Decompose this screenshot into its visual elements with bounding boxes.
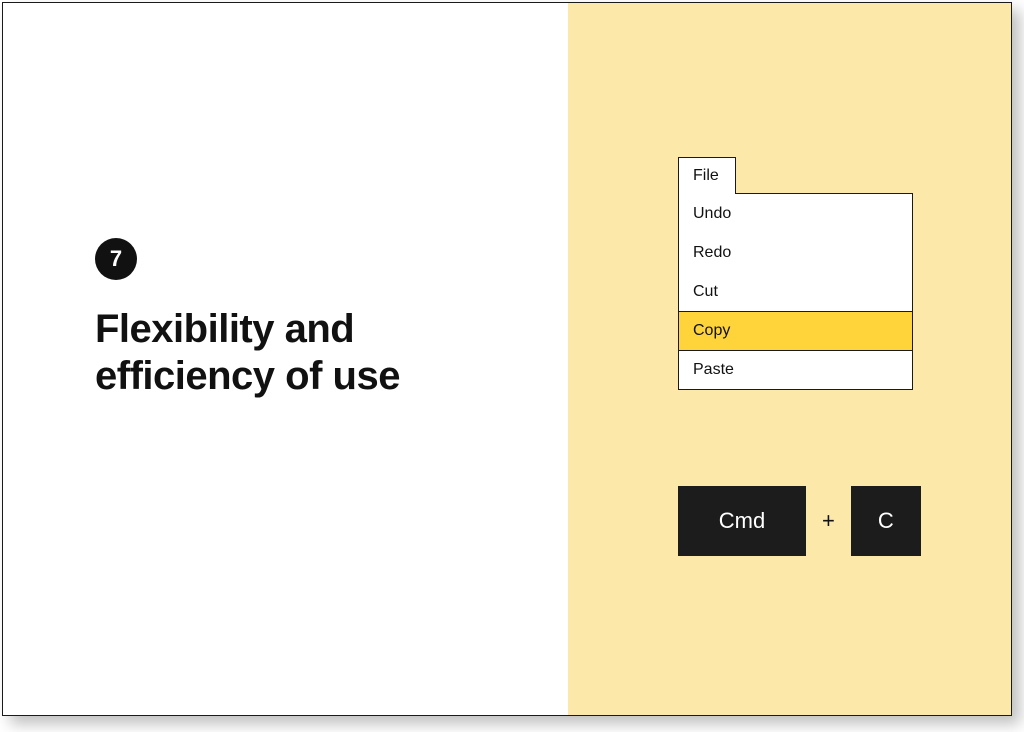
key-cmd: Cmd [678, 486, 806, 556]
menu-panel: Undo Redo Cut Copy Paste [678, 193, 913, 390]
menu-item-cut[interactable]: Cut [679, 272, 912, 311]
plus-icon: + [822, 508, 835, 534]
menu-tab-file[interactable]: File [678, 157, 736, 194]
left-panel: 7 Flexibility and efficiency of use [3, 3, 568, 715]
menu-item-undo[interactable]: Undo [679, 194, 912, 233]
title-line-1: Flexibility and [95, 307, 354, 351]
heuristic-card: 7 Flexibility and efficiency of use File… [2, 2, 1012, 716]
illustration-panel: File Undo Redo Cut Copy Paste Cmd + C [568, 3, 1011, 715]
key-c: C [851, 486, 921, 556]
keyboard-shortcut: Cmd + C [678, 486, 921, 556]
menu-item-copy[interactable]: Copy [679, 311, 912, 351]
number-badge: 7 [95, 238, 137, 280]
heuristic-title: Flexibility and efficiency of use [95, 306, 528, 400]
dropdown-menu: File Undo Redo Cut Copy Paste [678, 157, 913, 390]
menu-item-paste[interactable]: Paste [679, 350, 912, 389]
title-line-2: efficiency of use [95, 354, 400, 398]
menu-item-redo[interactable]: Redo [679, 233, 912, 272]
